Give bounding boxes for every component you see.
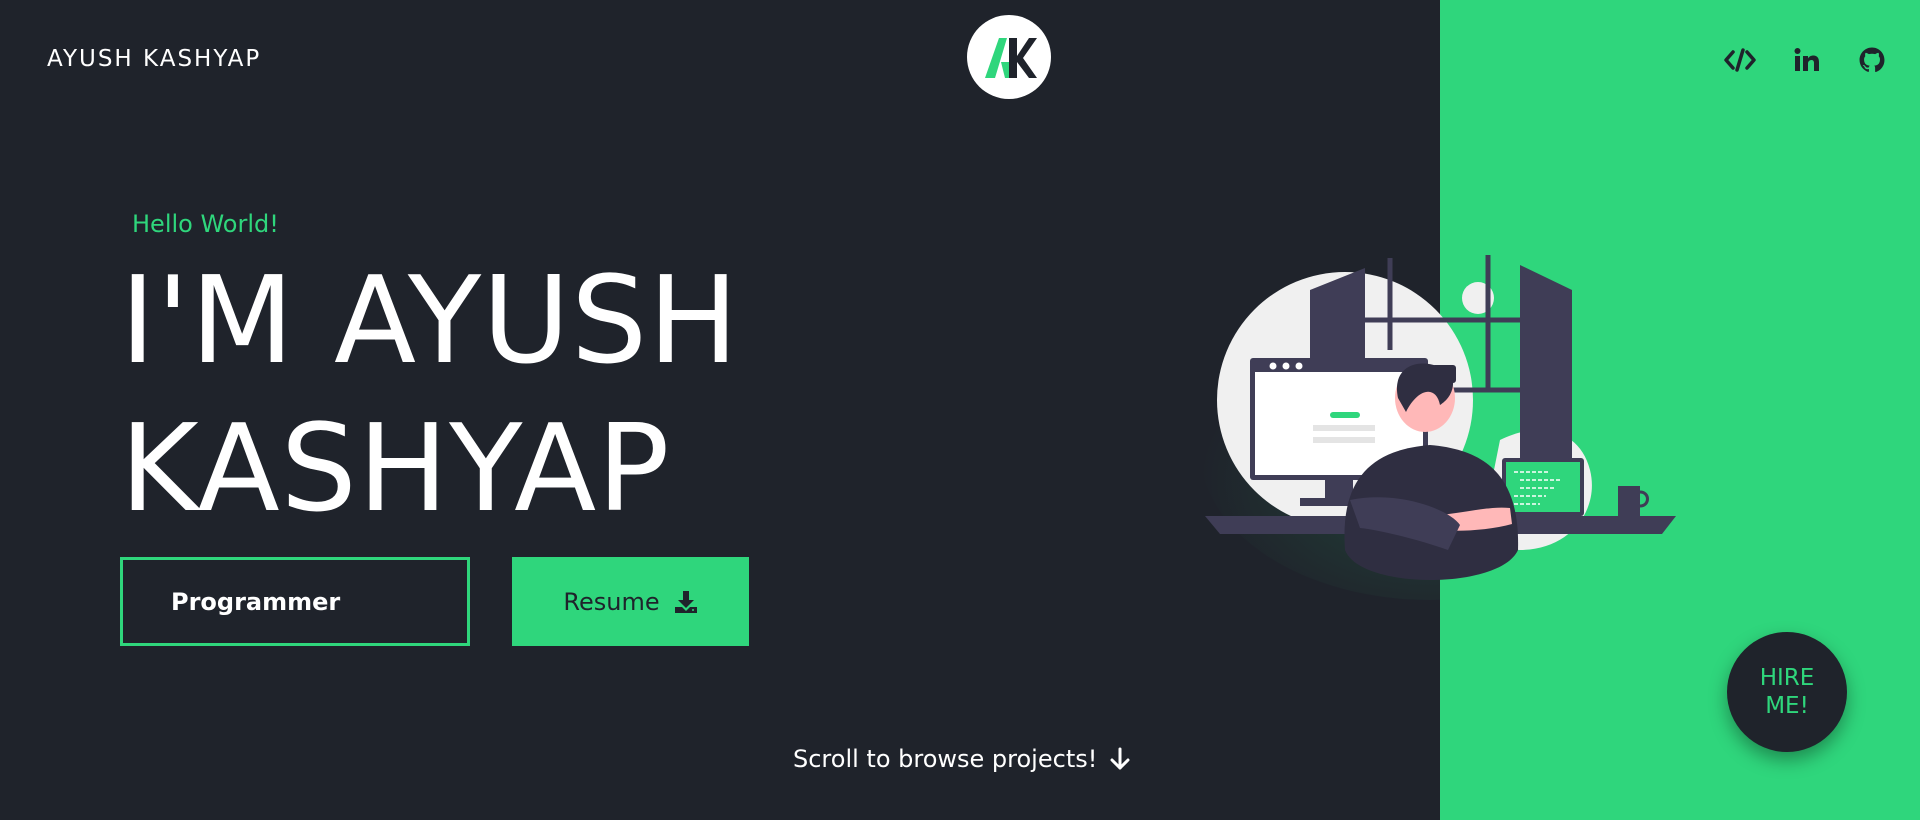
- arrow-down-icon: [1110, 747, 1130, 770]
- hero-title-line1: I'M AYUSH: [120, 252, 740, 391]
- brand-name[interactable]: AYUSH KASHYAP: [47, 46, 261, 72]
- role-text: Programmer: [171, 587, 341, 616]
- developer-illustration: [1200, 255, 1676, 600]
- hero-title: I'M AYUSH KASHYAP: [120, 248, 739, 544]
- hire-me-button[interactable]: HIRE ME!: [1727, 632, 1847, 752]
- scroll-hint[interactable]: Scroll to browse projects!: [793, 745, 1131, 773]
- hire-me-label: HIRE ME!: [1759, 665, 1815, 719]
- resume-button[interactable]: Resume: [512, 557, 749, 646]
- scroll-hint-text: Scroll to browse projects!: [793, 745, 1098, 773]
- github-icon[interactable]: [1852, 40, 1892, 80]
- code-icon[interactable]: [1720, 40, 1760, 80]
- hero-title-line2: KASHYAP: [120, 400, 671, 539]
- download-icon: [674, 590, 697, 613]
- logo[interactable]: [967, 15, 1051, 99]
- linkedin-icon[interactable]: [1787, 40, 1827, 80]
- greeting-text: Hello World!: [132, 210, 279, 238]
- resume-label: Resume: [563, 587, 660, 616]
- ak-logo-icon: [985, 38, 1037, 78]
- role-box: Programmer: [120, 557, 470, 646]
